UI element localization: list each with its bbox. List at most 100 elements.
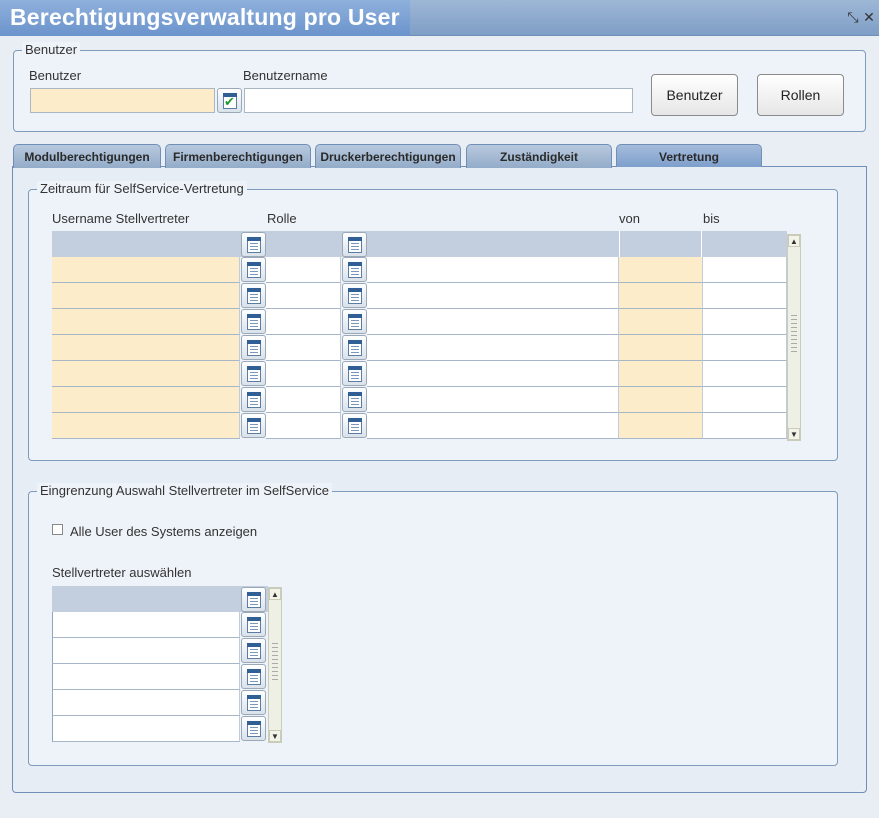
- stellvertreter-scrollbar[interactable]: ▲ ▼: [268, 587, 282, 743]
- lookup-button[interactable]: [241, 413, 266, 438]
- list-icon: [247, 392, 261, 408]
- username-cell[interactable]: [52, 257, 240, 283]
- lookup-button[interactable]: [241, 283, 266, 308]
- rolle-cell[interactable]: [367, 361, 619, 387]
- lookup-button[interactable]: [241, 690, 266, 715]
- lookup-button[interactable]: [241, 257, 266, 282]
- rolle-code-cell[interactable]: [266, 257, 341, 283]
- username-cell[interactable]: [52, 309, 240, 335]
- username-cell[interactable]: [52, 387, 240, 413]
- rolle-cell[interactable]: [367, 309, 619, 335]
- benutzer-input[interactable]: [30, 88, 215, 113]
- lookup-button[interactable]: [342, 232, 367, 257]
- username-cell[interactable]: [52, 413, 240, 439]
- username-cell[interactable]: [52, 361, 240, 387]
- scroll-down-icon[interactable]: ▼: [788, 428, 800, 440]
- rollen-button[interactable]: Rollen: [757, 74, 844, 116]
- tab-modulberechtigungen[interactable]: Modulberechtigungen: [13, 144, 161, 168]
- stellvertreter-cell[interactable]: [52, 716, 240, 742]
- col-header-bis: bis: [703, 211, 720, 226]
- close-icon[interactable]: ✕: [862, 9, 876, 25]
- stellvertreter-cell[interactable]: [52, 664, 240, 690]
- list-icon: [247, 617, 261, 633]
- benutzername-input[interactable]: [244, 88, 633, 113]
- von-cell[interactable]: [619, 387, 703, 413]
- username-cell[interactable]: [52, 283, 240, 309]
- lookup-button[interactable]: [241, 612, 266, 637]
- rolle-code-cell[interactable]: [266, 335, 341, 361]
- lookup-button[interactable]: [241, 361, 266, 386]
- bis-cell[interactable]: [703, 387, 787, 413]
- benutzer-group-legend: Benutzer: [22, 42, 81, 57]
- bis-cell[interactable]: [703, 413, 787, 439]
- title-bar: Berechtigungsverwaltung pro User ⤡ ✕: [0, 0, 879, 36]
- von-cell[interactable]: [619, 257, 703, 283]
- list-icon: [348, 314, 362, 330]
- lookup-button[interactable]: [342, 283, 367, 308]
- benutzer-button[interactable]: Benutzer: [651, 74, 738, 116]
- lookup-button[interactable]: [342, 387, 367, 412]
- tab-druckerberechtigungen[interactable]: Druckerberechtigungen: [315, 144, 461, 168]
- alle-user-label: Alle User des Systems anzeigen: [70, 524, 258, 539]
- lookup-button[interactable]: [342, 309, 367, 334]
- list-icon: [348, 366, 362, 382]
- bis-cell[interactable]: [703, 283, 787, 309]
- lookup-button[interactable]: [241, 716, 266, 741]
- lookup-button[interactable]: [241, 638, 266, 663]
- rolle-cell[interactable]: [367, 257, 619, 283]
- von-cell[interactable]: [619, 283, 703, 309]
- benutzername-label: Benutzername: [243, 68, 328, 83]
- von-cell[interactable]: [619, 361, 703, 387]
- list-header-row: [52, 586, 268, 612]
- list-icon: [247, 314, 261, 330]
- rolle-code-cell[interactable]: [266, 283, 341, 309]
- scroll-grip[interactable]: [791, 315, 797, 355]
- bis-cell[interactable]: [703, 257, 787, 283]
- rolle-cell[interactable]: [367, 283, 619, 309]
- list-icon: [247, 237, 261, 253]
- lookup-button[interactable]: [241, 309, 266, 334]
- tab-firmenberechtigungen[interactable]: Firmenberechtigungen: [165, 144, 311, 168]
- rolle-cell[interactable]: [367, 335, 619, 361]
- von-cell[interactable]: [619, 335, 703, 361]
- restore-icon[interactable]: ⤡: [846, 9, 860, 25]
- benutzer-lookup-button[interactable]: ✔: [217, 88, 242, 113]
- lookup-button[interactable]: [342, 361, 367, 386]
- von-cell[interactable]: [619, 309, 703, 335]
- alle-user-checkbox[interactable]: [52, 524, 63, 535]
- vertretung-scrollbar[interactable]: ▲ ▼: [787, 234, 801, 441]
- bis-cell[interactable]: [703, 361, 787, 387]
- window-title: Berechtigungsverwaltung pro User: [10, 4, 400, 30]
- rolle-code-cell[interactable]: [266, 361, 341, 387]
- lookup-button[interactable]: [241, 587, 266, 612]
- stellvertreter-cell[interactable]: [52, 612, 240, 638]
- bis-cell[interactable]: [703, 309, 787, 335]
- lookup-button[interactable]: [342, 413, 367, 438]
- rolle-code-cell[interactable]: [266, 309, 341, 335]
- rolle-code-cell[interactable]: [266, 413, 341, 439]
- grid-header-von: [619, 231, 702, 257]
- rolle-cell[interactable]: [367, 413, 619, 439]
- benutzer-label: Benutzer: [29, 68, 82, 83]
- lookup-button[interactable]: [342, 257, 367, 282]
- stellvertreter-cell[interactable]: [52, 638, 240, 664]
- list-icon: [348, 418, 362, 434]
- scroll-up-icon[interactable]: ▲: [269, 588, 281, 600]
- list-icon: [247, 418, 261, 434]
- lookup-button[interactable]: [241, 664, 266, 689]
- lookup-button[interactable]: [241, 335, 266, 360]
- rolle-cell[interactable]: [367, 387, 619, 413]
- stellvertreter-cell[interactable]: [52, 690, 240, 716]
- lookup-button[interactable]: [241, 232, 266, 257]
- username-cell[interactable]: [52, 335, 240, 361]
- scroll-up-icon[interactable]: ▲: [788, 235, 800, 247]
- lookup-button[interactable]: [342, 335, 367, 360]
- scroll-grip[interactable]: [272, 643, 278, 683]
- lookup-button[interactable]: [241, 387, 266, 412]
- tab-vertretung[interactable]: Vertretung: [616, 144, 762, 167]
- bis-cell[interactable]: [703, 335, 787, 361]
- tab-zustaendigkeit[interactable]: Zuständigkeit: [466, 144, 612, 168]
- scroll-down-icon[interactable]: ▼: [269, 730, 281, 742]
- rolle-code-cell[interactable]: [266, 387, 341, 413]
- von-cell[interactable]: [619, 413, 703, 439]
